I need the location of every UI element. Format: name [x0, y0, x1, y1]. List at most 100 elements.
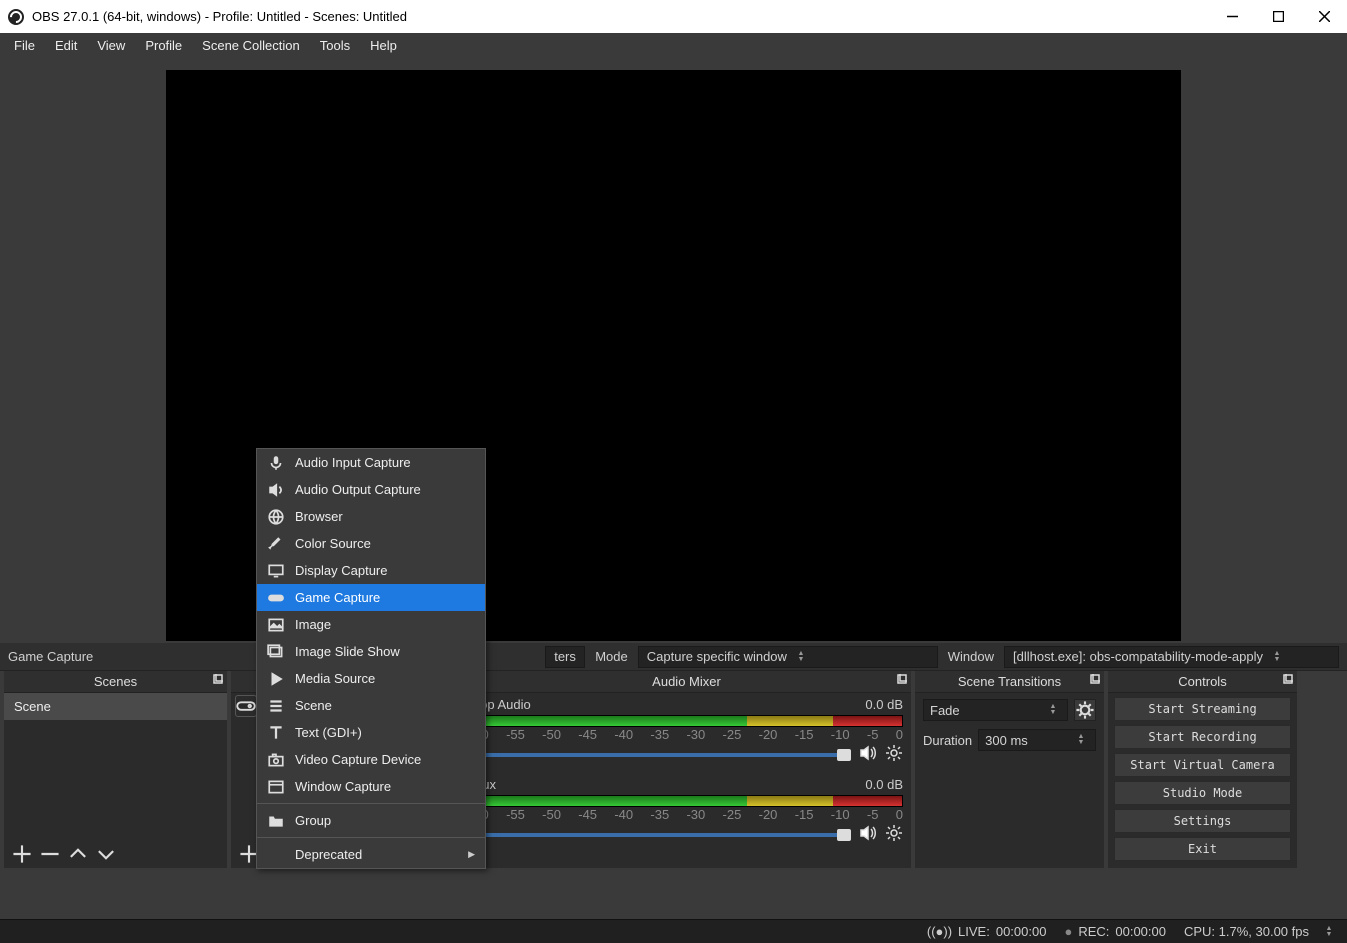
maximize-button[interactable] — [1255, 0, 1301, 33]
menu-item-browser[interactable]: Browser — [257, 503, 485, 530]
rec-label: REC: — [1078, 924, 1109, 939]
audio-meter — [470, 715, 903, 727]
live-label: LIVE: — [958, 924, 990, 939]
speaker-icon[interactable] — [859, 744, 877, 765]
menu-item-label: Image Slide Show — [295, 644, 400, 659]
duration-input[interactable]: 300 ms ▲▼ — [978, 729, 1096, 751]
start-streaming-button[interactable]: Start Streaming — [1114, 697, 1291, 721]
window-dropdown[interactable]: [dllhost.exe]: obs-compatability-mode-ap… — [1004, 646, 1339, 668]
speaker-icon[interactable] — [859, 824, 877, 845]
menu-item-label: Game Capture — [295, 590, 380, 605]
menu-edit[interactable]: Edit — [45, 35, 87, 56]
menu-profile[interactable]: Profile — [135, 35, 192, 56]
menu-file[interactable]: File — [4, 35, 45, 56]
source-properties-bar: Game Capture ters Mode Capture specific … — [0, 643, 1347, 671]
menu-item-group[interactable]: Group — [257, 807, 485, 834]
monitor-icon — [267, 562, 285, 580]
menu-view[interactable]: View — [87, 35, 135, 56]
transition-value: Fade — [930, 703, 960, 718]
dock-area: Scenes Scene Sources — [0, 671, 1347, 868]
transition-settings-button[interactable] — [1074, 699, 1096, 721]
remove-scene-button[interactable] — [40, 844, 60, 864]
popout-icon[interactable] — [1090, 674, 1100, 684]
menu-item-display-capture[interactable]: Display Capture — [257, 557, 485, 584]
transitions-header: Scene Transitions — [915, 671, 1104, 693]
play-icon — [267, 670, 285, 688]
start-virtual-camera-button[interactable]: Start Virtual Camera — [1114, 753, 1291, 777]
start-recording-button[interactable]: Start Recording — [1114, 725, 1291, 749]
menu-item-deprecated[interactable]: Deprecated▶ — [257, 841, 485, 868]
transition-select[interactable]: Fade ▲▼ — [923, 699, 1068, 721]
volume-slider[interactable] — [470, 833, 851, 837]
cpu-value: CPU: 1.7%, 30.00 fps — [1184, 924, 1309, 939]
broadcast-icon: ((●)) — [927, 924, 952, 939]
duration-label: Duration — [923, 733, 972, 748]
status-live: ((●)) LIVE: 00:00:00 — [927, 924, 1047, 939]
settings-button[interactable]: Settings — [1114, 809, 1291, 833]
popout-icon[interactable] — [897, 674, 907, 684]
audio-meter — [470, 795, 903, 807]
track-settings-button[interactable] — [885, 744, 903, 765]
controls-dock: Controls Start Streaming Start Recording… — [1108, 671, 1297, 868]
menu-item-video-capture-device[interactable]: Video Capture Device — [257, 746, 485, 773]
minimize-button[interactable] — [1209, 0, 1255, 33]
menubar: File Edit View Profile Scene Collection … — [0, 33, 1347, 58]
menu-item-label: Display Capture — [295, 563, 388, 578]
close-button[interactable] — [1301, 0, 1347, 33]
mode-label: Mode — [595, 649, 628, 664]
scenes-header-label: Scenes — [94, 674, 137, 689]
exit-button[interactable]: Exit — [1114, 837, 1291, 861]
titlebar-title: OBS 27.0.1 (64-bit, windows) - Profile: … — [32, 9, 407, 24]
list-icon — [267, 697, 285, 715]
menu-item-window-capture[interactable]: Window Capture — [257, 773, 485, 800]
move-scene-up-button[interactable] — [68, 844, 88, 864]
track-level: 0.0 dB — [865, 777, 903, 792]
status-rec: ● REC: 00:00:00 — [1064, 924, 1166, 939]
titlebar: OBS 27.0.1 (64-bit, windows) - Profile: … — [0, 0, 1347, 33]
window-value: [dllhost.exe]: obs-compatability-mode-ap… — [1013, 649, 1263, 664]
menu-item-audio-input-capture[interactable]: Audio Input Capture — [257, 449, 485, 476]
menu-item-game-capture[interactable]: Game Capture — [257, 584, 485, 611]
duration-value: 300 ms — [985, 733, 1028, 748]
mic-icon — [267, 454, 285, 472]
status-bar: ((●)) LIVE: 00:00:00 ● REC: 00:00:00 CPU… — [0, 919, 1347, 943]
volume-slider[interactable] — [470, 753, 851, 757]
filters-button[interactable]: ters — [545, 646, 585, 668]
track-settings-button[interactable] — [885, 824, 903, 845]
menu-item-text-gdi-[interactable]: Text (GDI+) — [257, 719, 485, 746]
popout-icon[interactable] — [213, 674, 223, 684]
menu-item-color-source[interactable]: Color Source — [257, 530, 485, 557]
menu-item-audio-output-capture[interactable]: Audio Output Capture — [257, 476, 485, 503]
add-scene-button[interactable] — [12, 844, 32, 864]
move-scene-down-button[interactable] — [96, 844, 116, 864]
menu-item-image[interactable]: Image — [257, 611, 485, 638]
text-icon — [267, 724, 285, 742]
image-icon — [267, 616, 285, 634]
menu-item-label: Audio Input Capture — [295, 455, 411, 470]
scene-item[interactable]: Scene — [4, 693, 227, 720]
menu-scene-collection[interactable]: Scene Collection — [192, 35, 310, 56]
rec-time: 00:00:00 — [1115, 924, 1166, 939]
menu-help[interactable]: Help — [360, 35, 407, 56]
audio-mixer-dock: Audio Mixer ktop Audio0.0 dB-60-55-50-45… — [462, 671, 911, 868]
scenes-dock: Scenes Scene — [4, 671, 227, 868]
menu-item-label: Group — [295, 813, 331, 828]
transitions-header-label: Scene Transitions — [958, 674, 1061, 689]
add-source-menu: Audio Input Capture Audio Output Capture B… — [256, 448, 486, 869]
menu-item-label: Browser — [295, 509, 343, 524]
record-icon: ● — [1064, 924, 1072, 939]
menu-item-media-source[interactable]: Media Source — [257, 665, 485, 692]
db-scale: -60-55-50-45-40-35-30-25-20-15-10-50 — [470, 727, 903, 742]
menu-item-image-slide-show[interactable]: Image Slide Show — [257, 638, 485, 665]
menu-item-scene[interactable]: Scene — [257, 692, 485, 719]
menu-item-label: Window Capture — [295, 779, 391, 794]
mode-value: Capture specific window — [647, 649, 787, 664]
mode-dropdown[interactable]: Capture specific window ▲▼ — [638, 646, 938, 668]
camera-icon — [267, 751, 285, 769]
popout-icon[interactable] — [1283, 674, 1293, 684]
studio-mode-button[interactable]: Studio Mode — [1114, 781, 1291, 805]
menu-item-label: Audio Output Capture — [295, 482, 421, 497]
menu-item-label: Video Capture Device — [295, 752, 421, 767]
gamepad-icon — [267, 589, 285, 607]
menu-tools[interactable]: Tools — [310, 35, 360, 56]
